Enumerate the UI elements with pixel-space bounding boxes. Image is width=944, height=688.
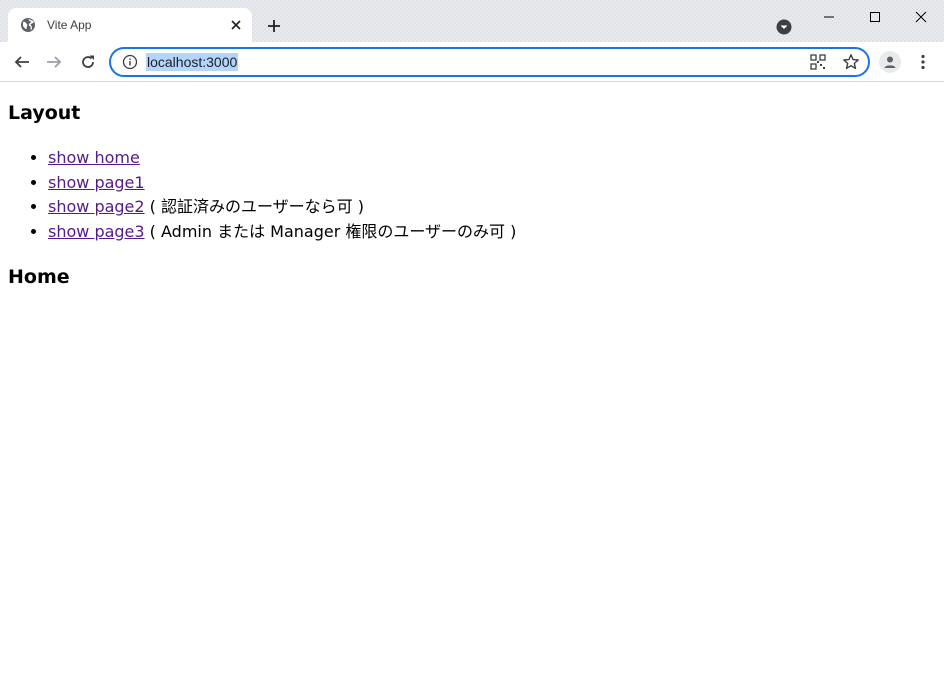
minimize-icon[interactable]: [822, 10, 836, 24]
plus-icon[interactable]: [266, 18, 282, 34]
kebab-menu-icon[interactable]: [915, 53, 931, 71]
window-close-icon[interactable]: [914, 10, 928, 24]
forward-arrow-icon[interactable]: [44, 52, 64, 72]
show-page3-link[interactable]: show page3: [48, 222, 145, 241]
link-note: ( Admin または Manager 権限のユーザーのみ可 ): [144, 221, 517, 241]
url-text[interactable]: localhost:3000: [146, 53, 239, 71]
back-arrow-icon[interactable]: [12, 52, 32, 72]
nav-link-list: show home show page1 show page2 ( 認証済みのユ…: [8, 146, 516, 244]
address-bar[interactable]: localhost:3000: [109, 47, 870, 77]
show-home-link[interactable]: show home: [48, 148, 140, 167]
profile-icon[interactable]: [879, 51, 901, 73]
tab-strip: Vite App: [0, 0, 944, 42]
home-heading: Home: [8, 266, 70, 288]
maximize-icon[interactable]: [868, 10, 882, 24]
page-content: Layout show home show page1 show page2 (…: [0, 82, 944, 688]
layout-heading: Layout: [8, 102, 81, 124]
browser-tab[interactable]: Vite App: [8, 8, 252, 42]
reload-icon[interactable]: [78, 52, 98, 72]
link-note: ( 認証済みのユーザーなら可 ): [144, 197, 365, 216]
browser-toolbar: localhost:3000: [0, 42, 944, 82]
list-item: show page3 ( Admin または Manager 権限のユーザーのみ…: [48, 220, 516, 245]
list-item: show home: [48, 146, 516, 171]
list-item: show page1: [48, 171, 516, 196]
show-page2-link[interactable]: show page2: [48, 197, 145, 216]
list-item: show page2 ( 認証済みのユーザーなら可 ): [48, 195, 516, 220]
show-page1-link[interactable]: show page1: [48, 173, 145, 192]
qr-code-icon[interactable]: [810, 54, 826, 70]
star-icon[interactable]: [842, 53, 860, 71]
tab-search-icon[interactable]: [776, 19, 792, 35]
close-icon[interactable]: [228, 17, 244, 33]
globe-icon: [20, 17, 36, 33]
tab-title: Vite App: [47, 18, 92, 32]
info-icon[interactable]: [122, 54, 138, 70]
